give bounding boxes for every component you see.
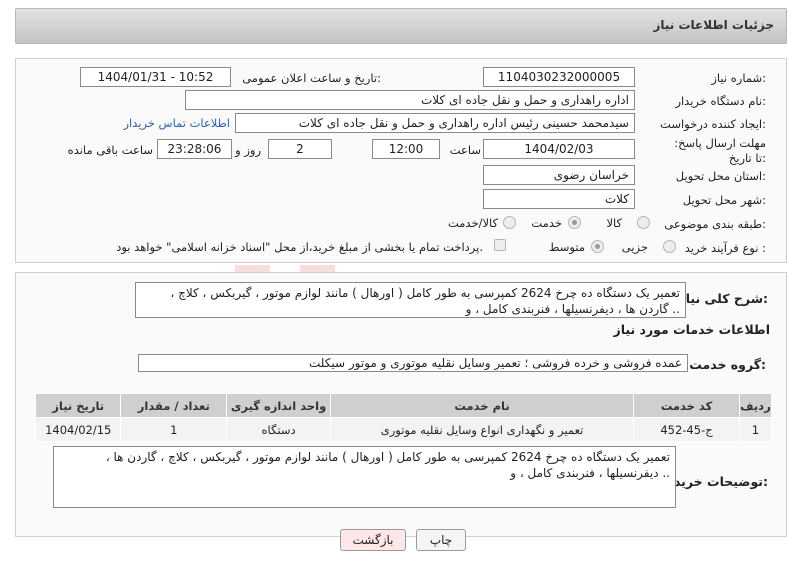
service-group-label: گروه خدمت: xyxy=(689,357,766,372)
category-option-service: خدمت xyxy=(531,216,562,230)
province-label: استان محل تحویل: xyxy=(675,169,766,183)
need-number-label: شماره نیاز: xyxy=(711,71,766,85)
buyer-notes-label: توضیحات خریدار: xyxy=(662,474,768,489)
city-field[interactable]: کلات xyxy=(483,189,635,209)
announce-label: تاریخ و ساعت اعلان عمومی: xyxy=(242,71,381,85)
purchase-radio-medium[interactable] xyxy=(591,240,604,253)
category-option-goods: کالا xyxy=(606,216,622,230)
print-button[interactable]: چاپ xyxy=(416,529,466,551)
province-field[interactable]: خراسان رضوی xyxy=(483,165,635,185)
days-label: روز و xyxy=(235,143,261,157)
buyer-notes-textarea[interactable]: تعمیر یک دستگاه ده چرخ 2624 کمپرسی به طو… xyxy=(53,446,676,508)
announce-field[interactable]: 1404/01/31 - 10:52 xyxy=(80,67,231,87)
col-row: ردیف xyxy=(738,393,773,418)
back-button[interactable]: بازگشت xyxy=(340,529,406,551)
summary-label: شرح کلی نیاز: xyxy=(678,291,769,306)
services-section-title: اطلاعات خدمات مورد نیاز xyxy=(613,322,771,337)
col-unit: واحد اندازه گیری xyxy=(226,393,331,418)
purchase-option-minor: جزیی xyxy=(621,240,648,254)
buyer-org-field[interactable]: اداره راهداری و حمل و نقل جاده ای کلات xyxy=(185,90,635,110)
purchase-radio-minor[interactable] xyxy=(663,240,676,253)
days-field[interactable]: 2 xyxy=(268,139,332,159)
creator-field[interactable]: سیدمحمد حسینی رئیس اداره راهداری و حمل و… xyxy=(235,113,635,133)
col-need-date: تاریخ نیاز xyxy=(34,393,122,418)
col-quantity: تعداد / مقدار xyxy=(120,393,228,418)
buyer-org-label: نام دستگاه خریدار: xyxy=(675,94,766,108)
time-label: ساعت xyxy=(449,143,481,157)
col-service-name: نام خدمت xyxy=(329,393,635,418)
deadline-label: مهلت ارسال پاسخ: تا تاریخ: xyxy=(674,136,766,165)
cell-service-name: تعمیر و نگهداری انواع وسایل نقلیه موتوری xyxy=(329,417,635,442)
cell-quantity: 1 xyxy=(120,417,228,442)
cell-service-code: ج-45-452 xyxy=(633,417,740,442)
summary-textarea[interactable]: تعمیر یک دستگاه ده چرخ 2624 کمپرسی به طو… xyxy=(135,282,686,318)
deadline-time-field[interactable]: 12:00 xyxy=(372,139,440,159)
city-label: شهر محل تحویل: xyxy=(682,193,766,207)
service-group-field[interactable]: عمده فروشی و خرده فروشی ؛ تعمیر وسایل نق… xyxy=(138,354,688,372)
need-number-field[interactable]: 1104030232000005 xyxy=(483,67,635,87)
creator-label: ایجاد کننده درخواست: xyxy=(660,117,766,131)
category-radio-goods[interactable] xyxy=(637,216,650,229)
table-header-row: تاریخ نیاز تعداد / مقدار واحد اندازه گیر… xyxy=(34,393,773,418)
category-option-both: کالا/خدمت xyxy=(447,216,498,230)
cell-need-date: 1404/02/15 xyxy=(34,417,122,442)
purchase-type-label: نوع فرآیند خرید : xyxy=(684,241,766,255)
deadline-date-field[interactable]: 1404/02/03 xyxy=(483,139,635,159)
page-title: جزئیات اطلاعات نیاز xyxy=(653,18,774,32)
remaining-label: ساعت باقی مانده xyxy=(67,143,153,157)
contact-buyer-link[interactable]: اطلاعات تماس خریدار xyxy=(123,116,230,130)
table-row[interactable]: 1404/02/15 1 دستگاه تعمیر و نگهداری انوا… xyxy=(34,417,773,442)
payment-note: پرداخت تمام یا بخشی از مبلغ خرید،از محل … xyxy=(116,240,483,254)
page-header: جزئیات اطلاعات نیاز xyxy=(15,8,787,44)
purchase-option-medium: متوسط xyxy=(548,240,585,254)
category-label: طبقه بندی موضوعی: xyxy=(664,217,766,231)
payment-checkbox[interactable] xyxy=(494,239,506,251)
col-service-code: کد خدمت xyxy=(633,393,740,418)
cell-unit: دستگاه xyxy=(226,417,331,442)
category-radio-both[interactable] xyxy=(503,216,516,229)
cell-row: 1 xyxy=(738,417,773,442)
remaining-time-field[interactable]: 23:28:06 xyxy=(157,139,232,159)
category-radio-service[interactable] xyxy=(568,216,581,229)
services-table: تاریخ نیاز تعداد / مقدار واحد اندازه گیر… xyxy=(34,393,773,442)
